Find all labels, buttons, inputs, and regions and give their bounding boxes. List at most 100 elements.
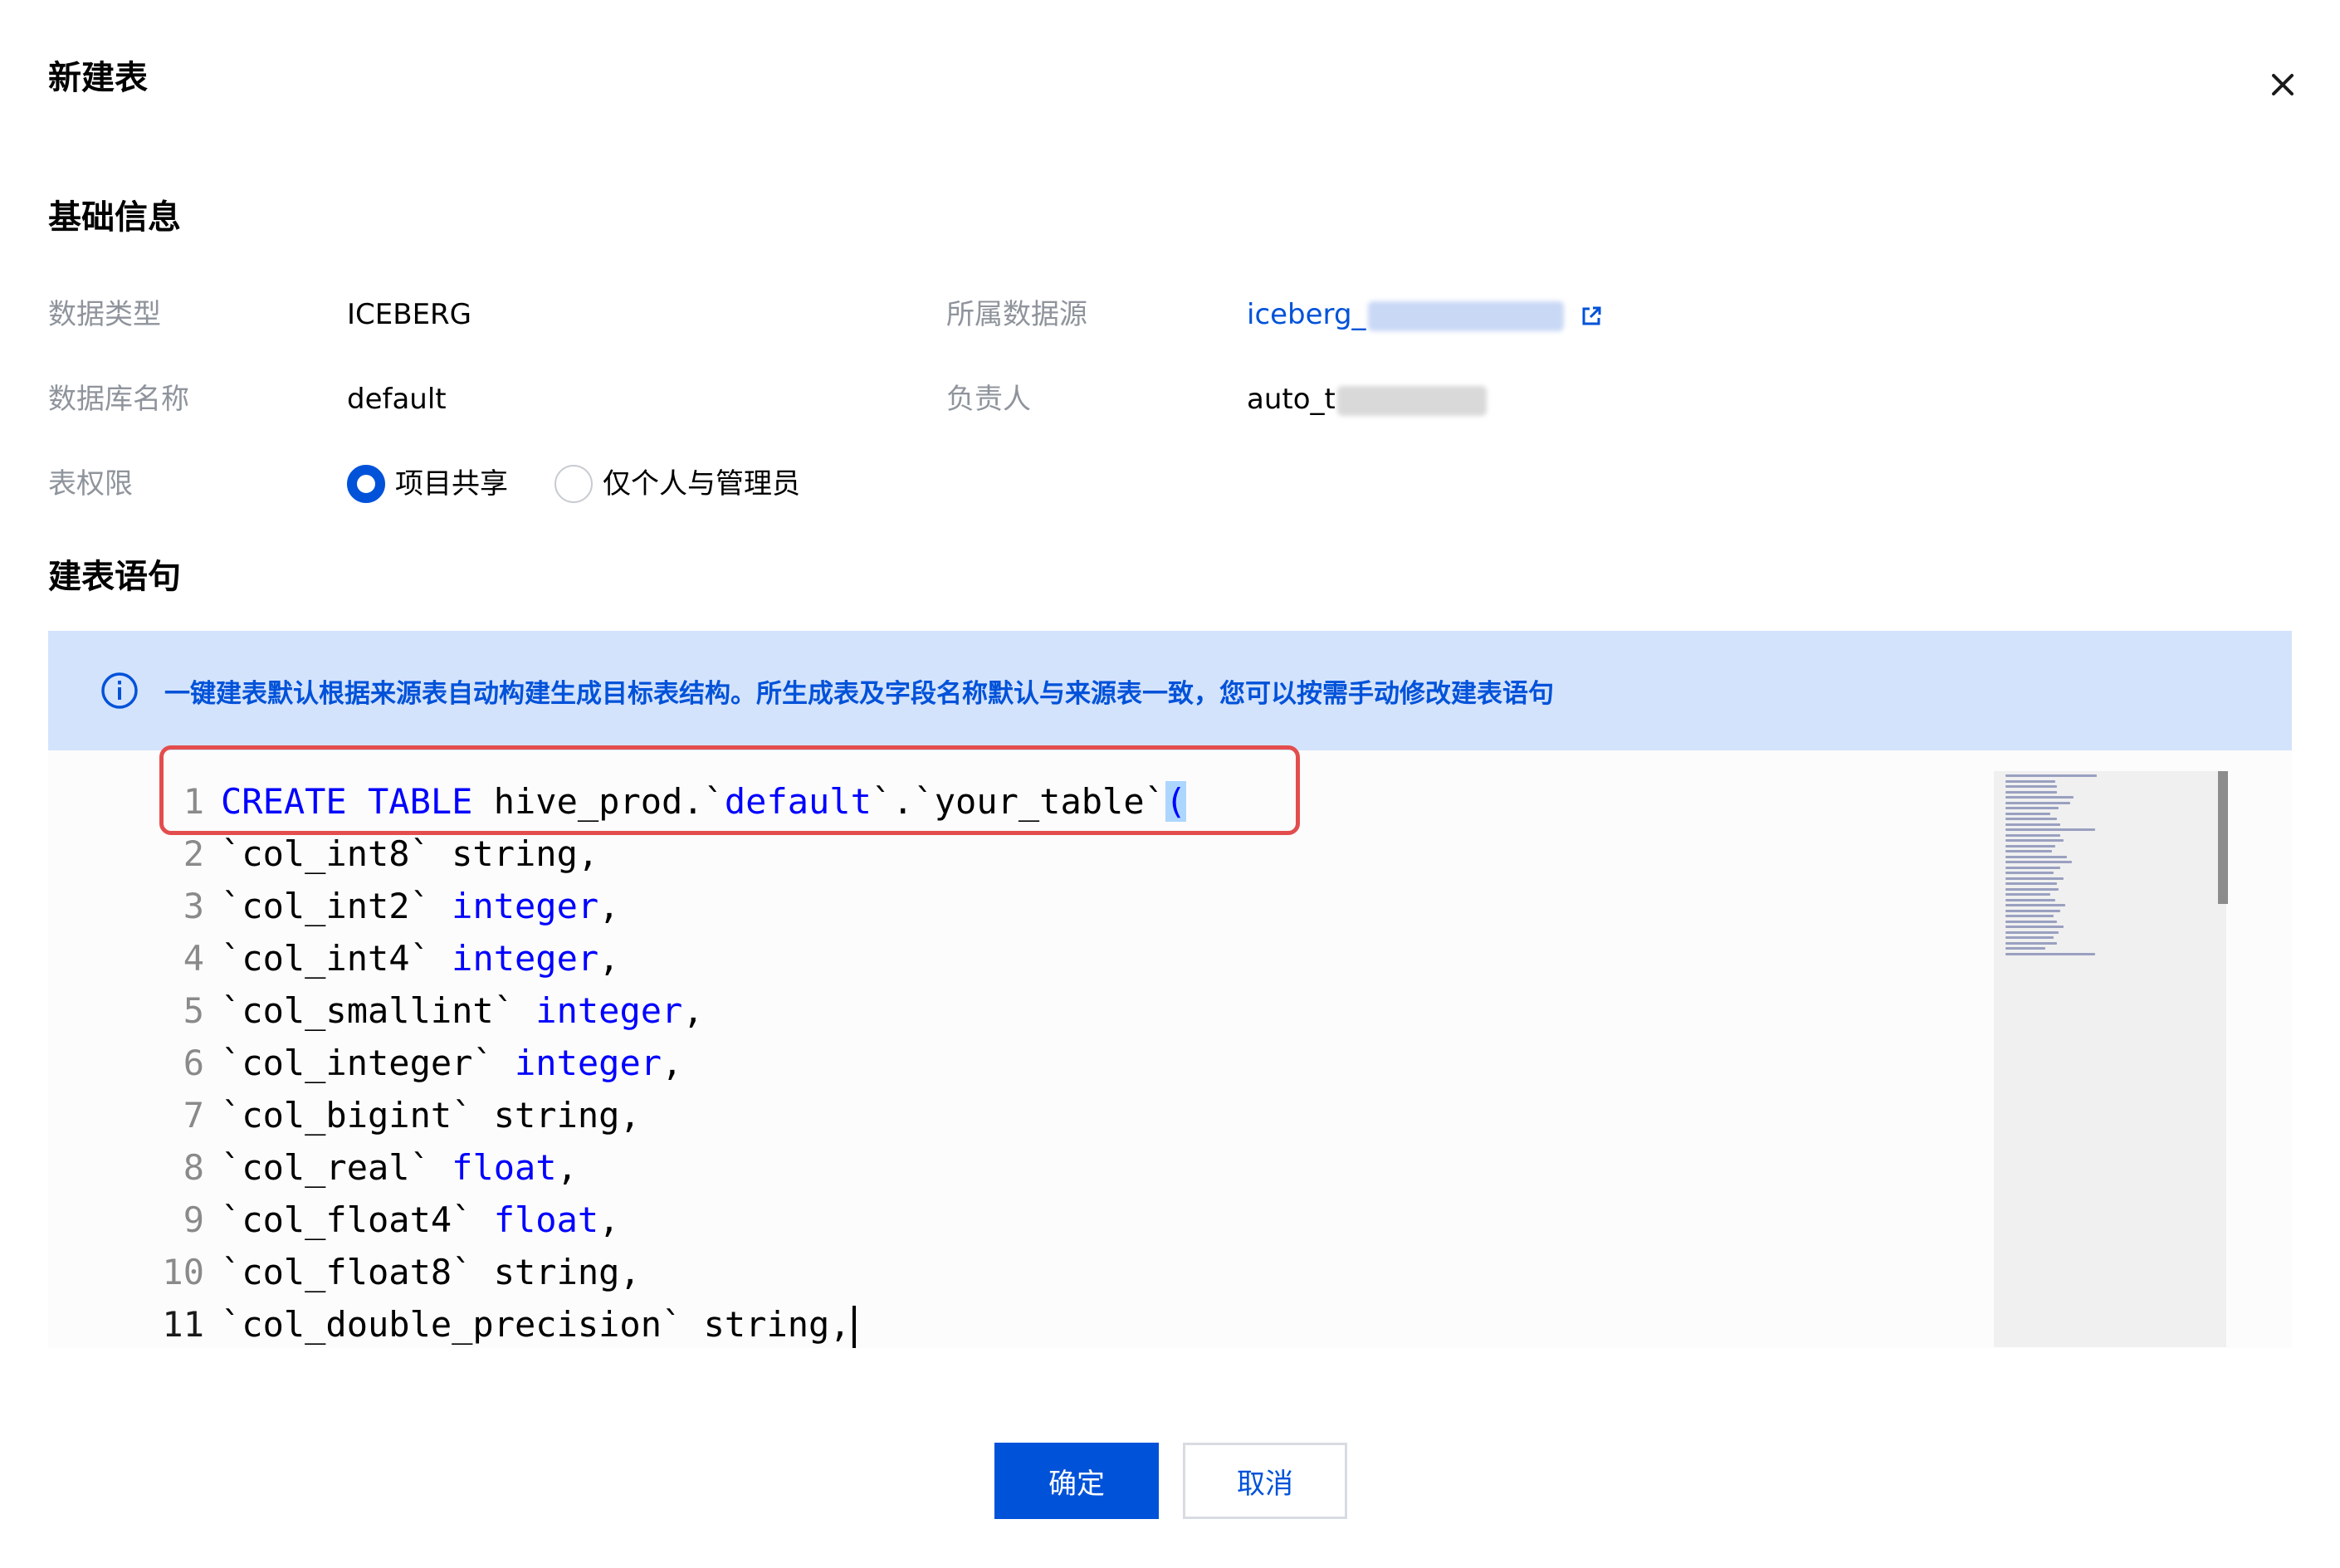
code-token: ,	[682, 990, 704, 1031]
minimap-line	[2005, 839, 2064, 842]
radio-label-personal-admin: 仅个人与管理员	[603, 467, 800, 501]
code-token: `col_int4`	[221, 938, 452, 979]
code-token: `col_int8` string,	[221, 833, 599, 874]
code-token: `col_float8` string,	[221, 1252, 641, 1292]
minimap-line	[2005, 952, 2095, 955]
code-text: `col_real` float,	[221, 1141, 578, 1194]
minimap-line	[2005, 920, 2057, 923]
redacted-owner-name	[1336, 385, 1487, 416]
code-token: `col_int2`	[221, 886, 452, 926]
editor-minimap[interactable]	[1994, 771, 2226, 1347]
code-text: `col_integer` integer,	[221, 1037, 682, 1089]
radio-personal-admin[interactable]: 仅个人与管理员	[554, 463, 800, 505]
minimap-line	[2005, 931, 2059, 934]
minimap-line	[2005, 828, 2095, 831]
cancel-button[interactable]: 取消	[1183, 1443, 1347, 1519]
line-number: 4	[183, 938, 204, 979]
minimap-line	[2005, 915, 2054, 917]
code-text: `col_bigint` string,	[221, 1089, 641, 1141]
code-token: `col_float4`	[221, 1199, 494, 1240]
code-text: `col_int2` integer,	[221, 880, 619, 932]
info-text: 一键建表默认根据来源表自动构建生成目标表结构。所生成表及字段名称默认与来源表一致…	[164, 678, 1554, 709]
minimap-line	[2005, 877, 2064, 880]
minimap-line	[2005, 887, 2059, 891]
minimap-line	[2005, 882, 2057, 885]
code-token: ,	[598, 938, 620, 979]
database-label: 数据库名称	[48, 383, 189, 416]
info-icon	[100, 671, 139, 711]
code-text: `col_smallint` integer,	[221, 984, 704, 1037]
line-number: 9	[183, 1199, 204, 1240]
confirm-button[interactable]: 确定	[994, 1443, 1159, 1519]
minimap-line	[2005, 936, 2054, 939]
code-token: ,	[556, 1147, 578, 1188]
line-number: 11	[162, 1304, 204, 1345]
minimap-line	[2005, 850, 2052, 852]
minimap-line	[2005, 812, 2050, 815]
minimap-line	[2005, 872, 2054, 874]
minimap-line	[2005, 790, 2057, 794]
code-token: `col_real`	[221, 1147, 452, 1188]
minimap-line	[2005, 893, 2050, 896]
minimap-line	[2005, 779, 2055, 783]
minimap-line	[2005, 801, 2070, 804]
owner-value: auto_t	[1247, 379, 1487, 420]
radio-project-shared[interactable]: 项目共享	[347, 463, 508, 505]
permission-label: 表权限	[48, 467, 133, 501]
line-number: 10	[162, 1252, 204, 1292]
minimap-line	[2005, 823, 2060, 826]
info-banner: 一键建表默认根据来源表自动构建生成目标表结构。所生成表及字段名称默认与来源表一致…	[48, 631, 2292, 750]
code-token: integer	[452, 938, 599, 979]
line-number: 3	[183, 886, 204, 926]
owner-name: auto_t	[1247, 383, 1336, 416]
minimap-line	[2005, 898, 2055, 901]
minimap-line	[2005, 926, 2064, 928]
code-token: ,	[598, 886, 620, 926]
code-token: float	[452, 1147, 557, 1188]
code-token: ,	[662, 1043, 683, 1083]
create-table-dialog: 新建表 基础信息 数据类型 ICEBERG 所属数据源 iceberg_ 数据库…	[0, 0, 2340, 1568]
code-token: `col_smallint`	[221, 990, 536, 1031]
minimap-line	[2005, 774, 2097, 777]
minimap-line	[2005, 818, 2057, 820]
section-title-create-sql: 建表语句	[48, 558, 181, 596]
line-number: 5	[183, 990, 204, 1031]
minimap-line	[2005, 861, 2072, 863]
minimap-line	[2005, 947, 2045, 950]
code-text: `col_int4` integer,	[221, 932, 619, 984]
code-token: `col_bigint` string,	[221, 1095, 641, 1136]
code-text: `col_double_precision` string,	[221, 1298, 856, 1348]
code-token: integer	[535, 990, 683, 1031]
minimap-line	[2005, 855, 2067, 858]
code-text: `col_float8` string,	[221, 1246, 641, 1298]
radio-checked-icon[interactable]	[347, 465, 385, 503]
sql-code-editor[interactable]: 1 CREATE TABLE hive_prod.`default`.`your_…	[48, 750, 2292, 1348]
data-type-value: ICEBERG	[347, 298, 472, 331]
line-number: 7	[183, 1095, 204, 1136]
minimap-line	[2005, 844, 2055, 848]
datasource-link[interactable]: iceberg_	[1247, 298, 1366, 331]
code-token: float	[493, 1199, 599, 1240]
editor-scrollbar[interactable]	[2218, 771, 2228, 904]
close-icon[interactable]	[2258, 60, 2308, 110]
minimap-line	[2005, 904, 2065, 906]
code-token: `col_double_precision` string,	[221, 1304, 851, 1345]
code-token: integer	[515, 1043, 662, 1083]
minimap-line	[2005, 785, 2057, 788]
external-link-icon[interactable]	[1579, 304, 1604, 329]
data-type-label: 数据类型	[48, 298, 161, 331]
minimap-line	[2005, 909, 2060, 912]
datasource-value: iceberg_	[1247, 294, 1604, 335]
redacted-datasource-name	[1367, 300, 1564, 331]
code-token: `col_integer`	[221, 1043, 515, 1083]
minimap-line	[2005, 796, 2074, 799]
code-text: `col_int8` string,	[221, 828, 598, 880]
annotation-highlight-box	[159, 745, 1300, 835]
minimap-line	[2005, 866, 2060, 869]
line-number: 8	[183, 1147, 204, 1188]
permission-radio-group: 项目共享 仅个人与管理员	[347, 463, 847, 505]
radio-unchecked-icon[interactable]	[554, 465, 593, 503]
code-text: `col_float4` float,	[221, 1194, 619, 1246]
owner-label: 负责人	[946, 383, 1031, 416]
database-value: default	[347, 383, 447, 416]
